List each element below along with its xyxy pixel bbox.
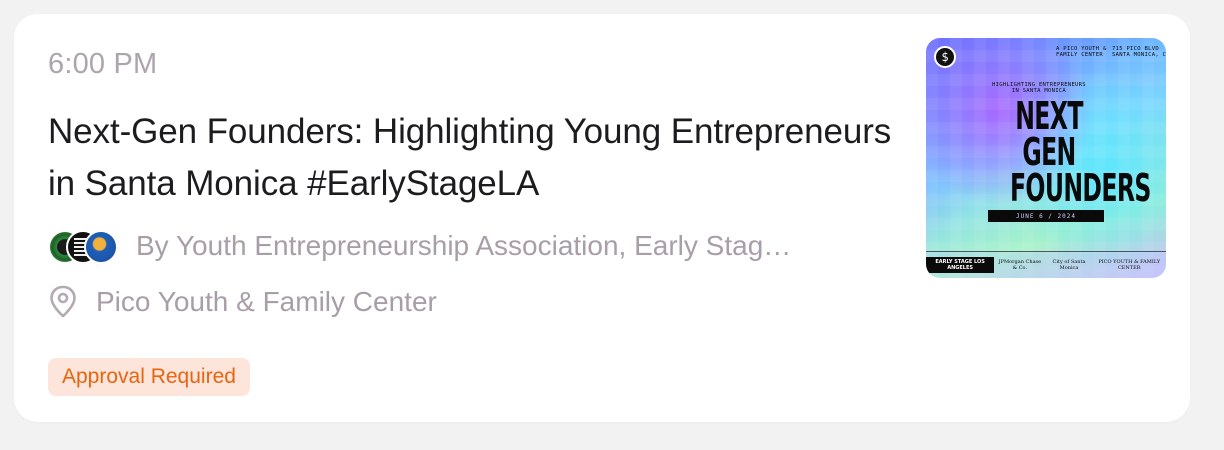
poster-date: JUNE 6 / 2024	[988, 210, 1104, 222]
partner-logo-avatar	[84, 230, 118, 264]
poster-subtitle: HIGHLIGHTING ENTREPRENEURS IN SANTA MONI…	[992, 82, 1086, 94]
event-card[interactable]: 6:00 PM Next-Gen Founders: Highlighting …	[14, 14, 1190, 422]
poster-sponsor-pico: PICO YOUTH & FAMILY CENTER	[1098, 259, 1161, 271]
map-pin-icon	[50, 285, 76, 318]
event-hosts: By Youth Entrepreneurship Association, E…	[136, 230, 792, 261]
poster-sponsor-jpmorgan: JPMorgan Chase & Co.	[998, 259, 1042, 271]
event-time: 6:00 PM	[48, 48, 158, 80]
poster-venue-text: A PICO YOUTH & FAMILY CENTER	[1056, 46, 1107, 58]
poster-dollar-icon: $	[934, 46, 956, 68]
event-title[interactable]: Next-Gen Founders: Highlighting Young En…	[48, 106, 908, 210]
approval-required-badge: Approval Required	[48, 358, 250, 396]
host-avatars	[48, 228, 120, 264]
host-row[interactable]: By Youth Entrepreneurship Association, E…	[48, 226, 888, 266]
poster-sponsor-santa-monica: City of Santa Monica	[1052, 259, 1086, 271]
event-poster-image[interactable]: $ A PICO YOUTH & FAMILY CENTER 715 PICO …	[926, 38, 1166, 278]
poster-address-text: 715 PICO BLVD SANTA MONICA, CA	[1112, 46, 1166, 58]
poster-sponsor-early-stage: EARLY STAGE LOS ANGELES	[926, 257, 995, 273]
poster-headline: NEXT GEN FOUNDERS	[1009, 94, 1151, 210]
event-location: Pico Youth & Family Center	[96, 286, 437, 317]
location-row: Pico Youth & Family Center	[48, 282, 437, 322]
poster-sponsor-strip: EARLY STAGE LOS ANGELES JPMorgan Chase &…	[926, 251, 1166, 278]
